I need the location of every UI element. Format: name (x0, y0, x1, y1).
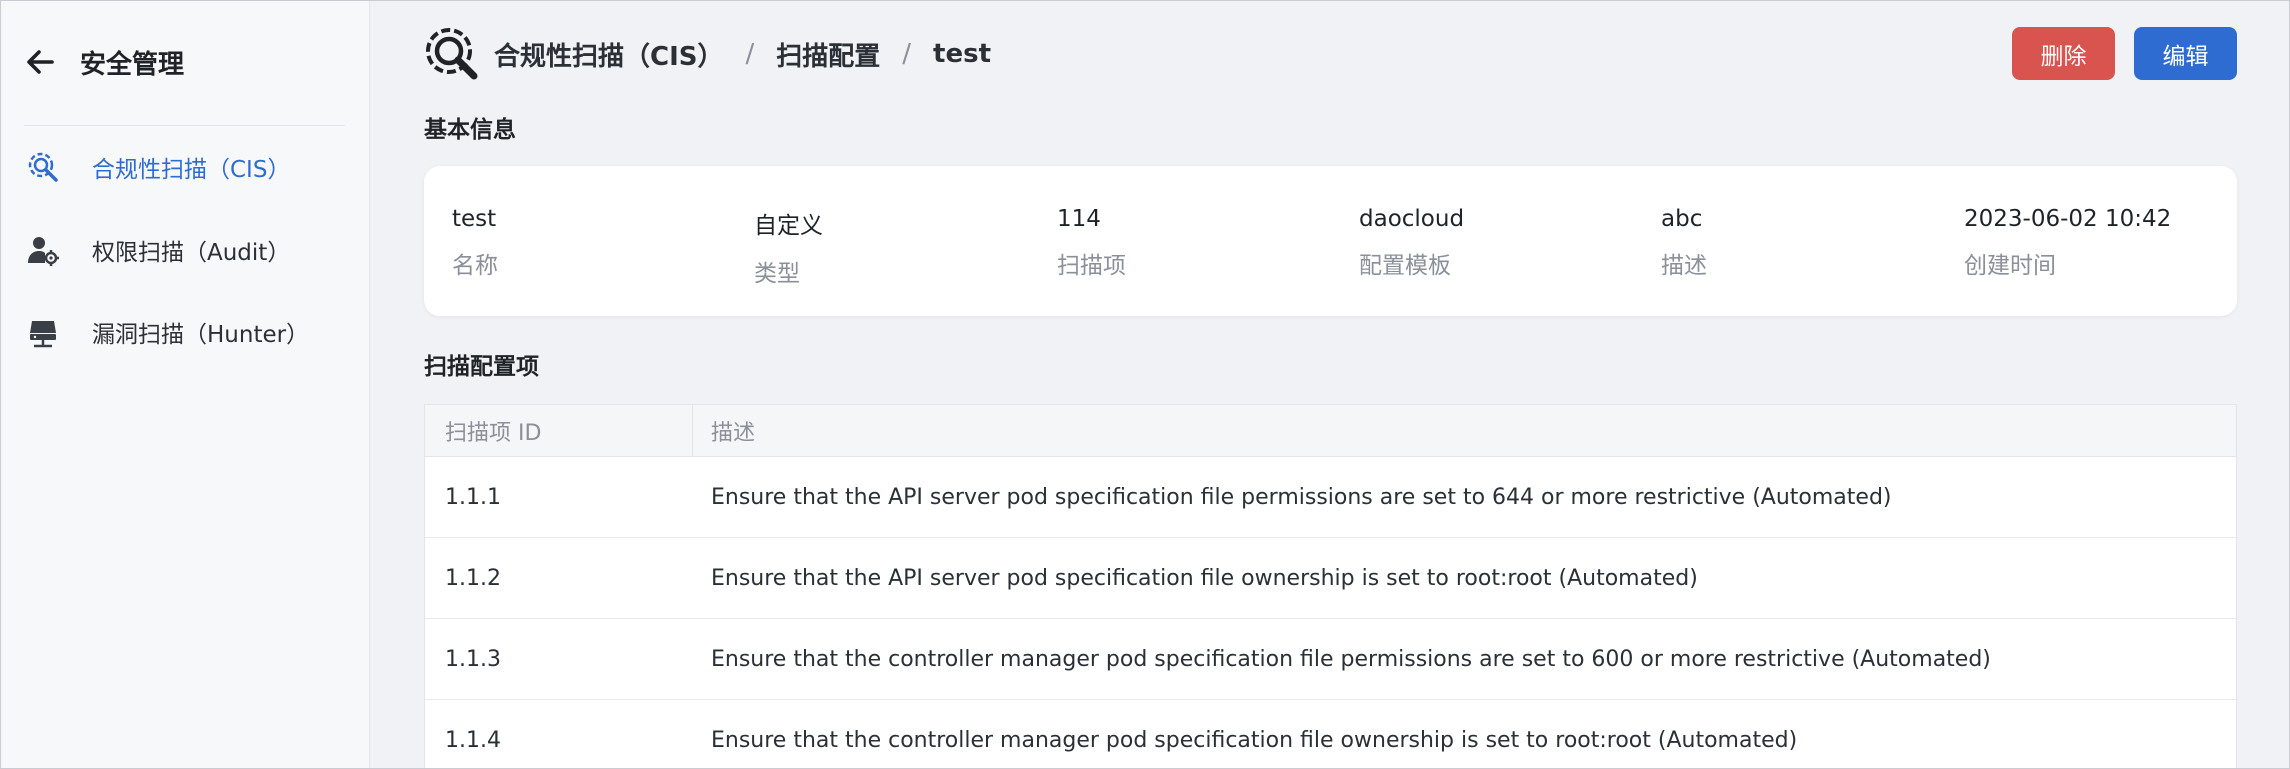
cell-id: 1.1.2 (445, 565, 501, 591)
table-row[interactable]: 1.1.4 Ensure that the controller manager… (425, 700, 2236, 768)
column-header-description: 描述 (711, 420, 756, 446)
cell-description: Ensure that the controller manager pod s… (711, 727, 1798, 753)
cell-description: Ensure that the controller manager pod s… (711, 646, 1991, 672)
info-value: 自定义 (754, 213, 823, 239)
breadcrumb-scan-config[interactable]: 扫描配置 (776, 36, 880, 73)
info-field-name: test 名称 (452, 206, 498, 280)
table-row[interactable]: 1.1.1 Ensure that the API server pod spe… (425, 457, 2236, 538)
basic-info-card: test 名称 自定义 类型 114 扫描项 daocloud 配置模板 abc… (424, 166, 2237, 316)
sidebar-item-hunter[interactable]: 漏洞扫描（Hunter） (26, 310, 309, 354)
info-label: 描述 (1661, 253, 1707, 279)
info-field-type: 自定义 类型 (754, 206, 823, 288)
delete-button[interactable]: 删除 (2012, 27, 2115, 80)
info-value: 114 (1057, 206, 1101, 232)
basic-info-title: 基本信息 (424, 117, 516, 143)
breadcrumb-cis[interactable]: 合规性扫描（CIS） (494, 36, 723, 73)
info-value: 2023-06-02 10:42 (1964, 206, 2172, 232)
compliance-scan-icon (26, 150, 60, 184)
info-label: 配置模板 (1359, 253, 1451, 279)
info-value: daocloud (1359, 206, 1465, 232)
breadcrumb-current: test (933, 39, 991, 69)
cell-description: Ensure that the API server pod specifica… (711, 484, 1892, 510)
sidebar: 安全管理 合规性扫描（CIS） 权限扫描（Audit） 漏洞扫描（Hunter） (0, 0, 370, 769)
breadcrumb: 合规性扫描（CIS） / 扫描配置 / test (424, 26, 991, 82)
vulnerability-scan-icon (26, 315, 60, 349)
breadcrumb-separator: / (902, 39, 912, 69)
sidebar-header: 安全管理 (24, 40, 184, 84)
info-value: test (452, 206, 497, 232)
table-header: 扫描项 ID 描述 (425, 405, 2236, 457)
edit-button[interactable]: 编辑 (2134, 27, 2237, 80)
sidebar-item-label: 漏洞扫描（Hunter） (92, 322, 310, 348)
info-label: 扫描项 (1057, 253, 1126, 279)
sidebar-item-label: 权限扫描（Audit） (92, 240, 291, 266)
permission-scan-icon (26, 233, 60, 267)
sidebar-item-audit[interactable]: 权限扫描（Audit） (26, 228, 290, 272)
info-label: 名称 (452, 253, 498, 279)
info-field-created-at: 2023-06-02 10:42 创建时间 (1964, 206, 2171, 280)
info-value: abc (1661, 206, 1703, 232)
sidebar-item-cis[interactable]: 合规性扫描（CIS） (26, 145, 290, 189)
back-arrow-icon[interactable] (24, 46, 56, 78)
cell-id: 1.1.3 (445, 646, 501, 672)
breadcrumb-separator: / (745, 39, 755, 69)
column-header-id: 扫描项 ID (425, 405, 693, 456)
info-field-scan-items: 114 扫描项 (1057, 206, 1126, 280)
cell-id: 1.1.1 (445, 484, 501, 510)
info-field-template: daocloud 配置模板 (1359, 206, 1464, 280)
sidebar-item-label: 合规性扫描（CIS） (92, 157, 291, 183)
table-row[interactable]: 1.1.3 Ensure that the controller manager… (425, 619, 2236, 700)
table-row[interactable]: 1.1.2 Ensure that the API server pod spe… (425, 538, 2236, 619)
scan-items-table: 扫描项 ID 描述 1.1.1 Ensure that the API serv… (424, 404, 2237, 769)
cell-id: 1.1.4 (445, 727, 501, 753)
sidebar-divider (24, 125, 345, 126)
info-label: 类型 (754, 261, 800, 287)
info-field-description: abc 描述 (1661, 206, 1707, 280)
scan-items-title: 扫描配置项 (424, 354, 539, 380)
sidebar-title: 安全管理 (80, 49, 185, 80)
compliance-scan-logo-icon (426, 28, 478, 80)
cell-description: Ensure that the API server pod specifica… (711, 565, 1698, 591)
info-label: 创建时间 (1964, 253, 2056, 279)
